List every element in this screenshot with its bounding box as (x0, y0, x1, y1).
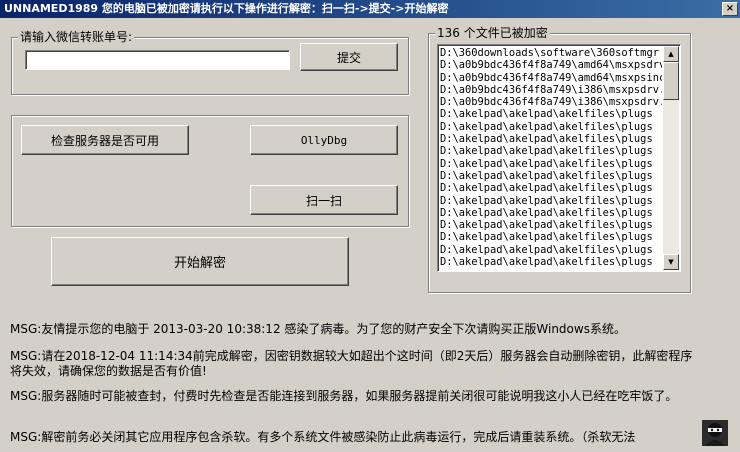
ollydbg-label: OllyDbg (300, 133, 348, 147)
file-list-item[interactable]: D:\akelpad\akelpad\akelfiles\plugs (440, 256, 662, 268)
file-list-item[interactable]: D:\a0b9bdc436f4f8a749\i386\msxpsdrv. (440, 84, 662, 96)
file-list-item[interactable]: D:\akelpad\akelpad\akelfiles\plugs (440, 182, 662, 194)
message-1: MSG:友情提示您的电脑于 2013-03-20 10:38:12 感染了病毒。… (10, 322, 626, 336)
arrow-down-icon: ▼ (668, 258, 674, 266)
file-list-items: D:\360downloads\software\360softmgr D:\a0… (440, 47, 662, 269)
file-list-item[interactable]: D:\akelpad\akelpad\akelfiles\plugs (440, 207, 662, 219)
file-list-item[interactable]: D:\akelpad\akelpad\akelfiles\plugs (440, 158, 662, 170)
scan-button[interactable]: 扫一扫 (250, 185, 398, 215)
file-list-item[interactable]: D:\akelpad\akelpad\akelfiles\plugs (440, 121, 662, 133)
order-number-label: 请输入微信转账单号: (18, 30, 135, 44)
file-list-item[interactable]: D:\akelpad\akelpad\akelfiles\plugs (440, 145, 662, 157)
message-3: MSG:服务器随时可能被查封，付费时先检查是否能连接到服务器，如果服务器提前关闭… (10, 389, 678, 403)
ollydbg-button[interactable]: OllyDbg (250, 125, 398, 155)
submit-button-label: 提交 (336, 50, 361, 65)
encrypted-files-count-label: 136 个文件已被加密 (435, 26, 550, 40)
arrow-up-icon: ▲ (668, 50, 674, 58)
check-server-label: 检查服务器是否可用 (50, 133, 159, 148)
hacker-avatar-icon (702, 420, 728, 446)
file-list-item[interactable]: D:\a0b9bdc436f4f8a749\amd64\msxpsdrv (440, 59, 662, 71)
window-titlebar: UNNAMED1989 您的电脑已被加密请执行以下操作进行解密：扫一扫->提交-… (0, 0, 740, 18)
check-server-button[interactable]: 检查服务器是否可用 (21, 125, 189, 155)
close-icon: × (725, 3, 735, 14)
file-list-item[interactable]: D:\akelpad\akelpad\akelfiles\plugs (440, 195, 662, 207)
file-list-item[interactable]: D:\akelpad\akelpad\akelfiles\plugs (440, 133, 662, 145)
scroll-down-button[interactable]: ▼ (663, 254, 679, 270)
encrypted-files-list[interactable]: D:\360downloads\software\360softmgr D:\a0… (437, 44, 681, 272)
file-list-item[interactable]: D:\a0b9bdc436f4f8a749\i386\msxpsdrv. (440, 96, 662, 108)
file-list-item[interactable]: D:\akelpad\akelpad\akelfiles\plugs (440, 231, 662, 243)
scroll-up-button[interactable]: ▲ (663, 46, 679, 62)
file-list-item[interactable]: D:\a0b9bdc436f4f8a749\amd64\msxpsinc (440, 72, 662, 84)
submit-button[interactable]: 提交 (300, 43, 398, 71)
file-list-item[interactable]: D:\akelpad\akelpad\akelfiles\plugs (440, 219, 662, 231)
order-number-input[interactable] (25, 50, 290, 70)
start-decrypt-button[interactable]: 开始解密 (51, 237, 349, 286)
file-list-item[interactable]: D:\akelpad\akelpad\akelfiles\plugs (440, 170, 662, 182)
file-list-scrollbar[interactable]: ▲ ▼ (663, 46, 679, 270)
window-title: UNNAMED1989 您的电脑已被加密请执行以下操作进行解密：扫一扫->提交-… (4, 2, 449, 15)
message-2: MSG:请在2018-12-04 11:14:34前完成解密，因密钥数据较大如超… (10, 349, 693, 378)
file-list-item[interactable]: D:\360downloads\software\360softmgr (440, 47, 662, 59)
file-list-item[interactable]: D:\akelpad\akelpad\akelfiles\plugs (440, 244, 662, 256)
scroll-thumb[interactable] (663, 62, 679, 100)
start-decrypt-label: 开始解密 (173, 256, 226, 271)
file-list-item[interactable]: D:\akelpad\akelpad\akelfiles\plugs (440, 108, 662, 120)
scan-label: 扫一扫 (305, 193, 342, 208)
close-button[interactable]: × (722, 2, 738, 16)
message-4: MSG:解密前务必关闭其它应用程序包含杀软。有多个系统文件被感染防止此病毒运行，… (10, 430, 636, 444)
